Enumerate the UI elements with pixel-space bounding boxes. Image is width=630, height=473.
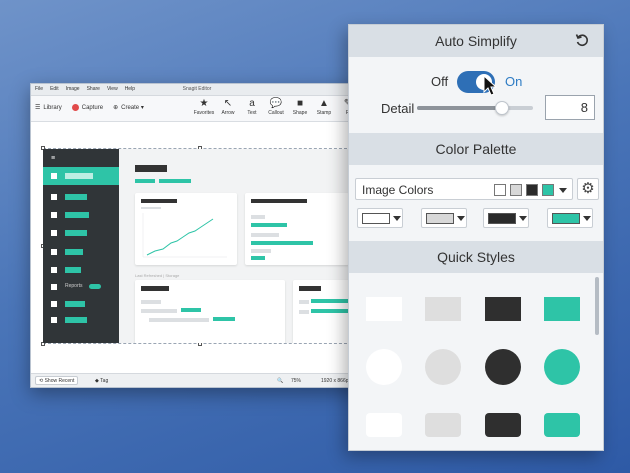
detail-slider-fill xyxy=(417,106,502,110)
mini-sidebar: ≡ Reports xyxy=(43,149,119,343)
quick-styles-header: Quick Styles xyxy=(349,241,603,273)
auto-simplify-header: Auto Simplify xyxy=(349,25,603,57)
create-button[interactable]: ⊕ Create ▾ xyxy=(113,104,144,111)
color-fill xyxy=(362,213,390,224)
chevron-down-icon xyxy=(583,216,591,221)
quick-style-rounded-rectangle[interactable] xyxy=(366,413,402,437)
quick-style-circle[interactable] xyxy=(544,349,580,385)
stamp-icon: ▲ xyxy=(319,98,329,109)
plus-circle-icon: ⊕ xyxy=(113,105,119,112)
palette-swatch xyxy=(526,184,538,196)
mini-recent-label: Last Refreshed | Storage xyxy=(135,273,180,278)
detail-label: Detail xyxy=(381,101,415,116)
off-label: Off xyxy=(431,74,449,89)
tool-arrow[interactable]: ↖ Arrow xyxy=(219,98,237,116)
title-bar: File Edit Image Share View Help Snagit Editor xyxy=(31,84,363,96)
mini-list-card xyxy=(135,280,285,343)
quick-style-rectangle[interactable] xyxy=(485,297,521,321)
color-picker-button[interactable] xyxy=(483,208,529,228)
color-picker-button[interactable] xyxy=(357,208,403,228)
tool-callout[interactable]: 💬 Callout xyxy=(267,98,285,116)
reset-icon[interactable] xyxy=(575,33,589,47)
tool-group: ★ Favorites ↖ Arrow a Text 💬 Callout ■ Shape ▲ Stam… xyxy=(193,98,357,116)
gear-icon[interactable]: ⚙ xyxy=(577,178,599,200)
image-dimensions: 1920 x 866p xyxy=(321,378,349,384)
chevron-down-icon xyxy=(519,216,527,221)
auto-simplify-title: Auto Simplify xyxy=(435,33,517,49)
star-icon: ★ xyxy=(199,98,209,109)
capture-icon xyxy=(71,104,79,111)
hamburger-icon: ☰ xyxy=(35,105,41,112)
mini-bars-card xyxy=(245,193,349,265)
detail-slider[interactable] xyxy=(417,101,533,115)
quick-styles-grid xyxy=(349,273,603,450)
tool-label: Arrow xyxy=(221,110,235,116)
tag-button[interactable]: ◆ Tag xyxy=(95,378,108,384)
library-button[interactable]: ☰ Library xyxy=(35,104,62,111)
zoom-icon[interactable]: 🔍 xyxy=(277,378,283,384)
quick-style-circle[interactable] xyxy=(425,349,461,385)
tool-label: Stamp xyxy=(316,110,332,116)
mini-reports-label: Reports xyxy=(65,283,83,289)
tool-label: Shape xyxy=(292,110,308,116)
quick-style-rectangle[interactable] xyxy=(425,297,461,321)
chevron-down-icon xyxy=(393,216,401,221)
mini-list-card xyxy=(293,280,349,343)
color-palette-header: Color Palette xyxy=(349,133,603,165)
palette-swatch xyxy=(494,184,506,196)
tool-stamp[interactable]: ▲ Stamp xyxy=(315,98,333,116)
status-bar: ⟲ Show Recent ◆ Tag 🔍 75% 1920 x 866p xyxy=(31,373,363,387)
detail-value-input[interactable] xyxy=(545,95,595,120)
chevron-down-icon xyxy=(457,216,465,221)
palette-swatch xyxy=(510,184,522,196)
callout-icon: 💬 xyxy=(269,98,283,109)
snagit-editor-window: File Edit Image Share View Help Snagit Editor… xyxy=(30,83,364,388)
quick-style-rectangle[interactable] xyxy=(544,297,580,321)
editor-canvas[interactable]: ≡ Reports Last Refreshed | Storage xyxy=(31,124,363,375)
captured-screenshot: ≡ Reports Last Refreshed | Storage xyxy=(43,149,349,343)
show-recent-button[interactable]: ⟲ Show Recent xyxy=(35,376,79,385)
properties-panel: Auto Simplify Off On Detail Color Palett… xyxy=(348,24,604,451)
capture-button[interactable]: Capture xyxy=(71,104,103,111)
color-palette-title: Color Palette xyxy=(435,141,517,157)
shape-icon: ■ xyxy=(296,98,304,109)
mouse-cursor-icon xyxy=(483,75,497,96)
on-label: On xyxy=(505,74,523,89)
window-title: Snagit Editor xyxy=(182,86,212,92)
tool-label: Callout xyxy=(268,110,284,116)
color-picker-button[interactable] xyxy=(421,208,467,228)
clock-icon: ⟲ xyxy=(39,378,44,384)
tool-shape[interactable]: ■ Shape xyxy=(291,98,309,116)
toolbar: ☰ Library Capture ⊕ Create ▾ ★ Favorites ↖ Ar… xyxy=(31,96,363,122)
zoom-level[interactable]: 75% xyxy=(291,378,301,384)
scrollbar-thumb[interactable] xyxy=(595,277,599,335)
tool-label: Text xyxy=(247,110,257,116)
quick-style-rectangle[interactable] xyxy=(366,297,402,321)
quick-style-rounded-rectangle[interactable] xyxy=(544,413,580,437)
palette-swatch xyxy=(542,184,554,196)
chevron-down-icon: ▾ xyxy=(140,105,144,112)
quick-style-rounded-rectangle[interactable] xyxy=(485,413,521,437)
palette-select[interactable]: Image Colors xyxy=(355,178,573,200)
mini-chart-card xyxy=(135,193,237,265)
tool-label: Favorites xyxy=(193,110,215,116)
tool-favorites[interactable]: ★ Favorites xyxy=(193,98,215,116)
palette-select-value: Image Colors xyxy=(362,183,434,197)
mini-menu-icon: ≡ xyxy=(51,155,56,162)
arrow-icon: ↖ xyxy=(223,98,233,109)
tag-icon: ◆ xyxy=(95,378,99,384)
chevron-down-icon xyxy=(559,188,567,193)
color-fill xyxy=(552,213,580,224)
color-picker-button[interactable] xyxy=(547,208,593,228)
quick-styles-title: Quick Styles xyxy=(437,249,515,265)
text-icon: a xyxy=(249,98,255,109)
quick-style-rounded-rectangle[interactable] xyxy=(425,413,461,437)
quick-style-circle[interactable] xyxy=(366,349,402,385)
detail-slider-handle[interactable] xyxy=(494,101,509,115)
tool-text[interactable]: a Text xyxy=(243,98,261,116)
quick-style-circle[interactable] xyxy=(485,349,521,385)
color-fill xyxy=(488,213,516,224)
color-fill xyxy=(426,213,454,224)
